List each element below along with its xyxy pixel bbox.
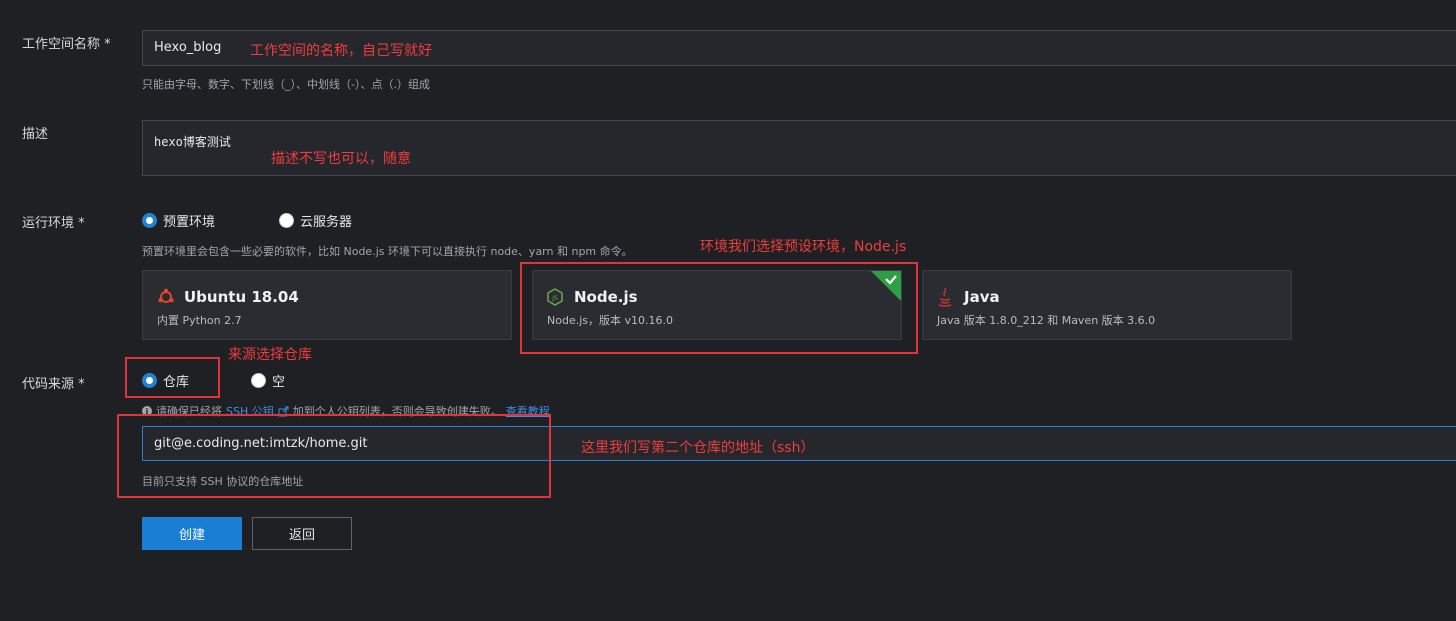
source-option-empty[interactable]: 空	[251, 371, 285, 390]
annotation-box-repo-url	[117, 414, 551, 498]
runtime-hint: 预置环境里会包含一些必要的软件，比如 Node.js 环境下可以直接执行 nod…	[142, 245, 633, 258]
runtime-card-ubuntu-desc: 内置 Python 2.7	[157, 314, 242, 327]
java-icon	[938, 287, 952, 307]
runtime-card-ubuntu-title: Ubuntu 18.04	[184, 288, 299, 306]
source-option-empty-label: 空	[272, 375, 286, 390]
runtime-option-preset-label: 预置环境	[163, 215, 216, 230]
description-label: 描述	[22, 127, 49, 142]
source-option-repo-label: 仓库	[163, 375, 190, 390]
ubuntu-icon	[158, 288, 174, 303]
runtime-option-preset[interactable]: 预置环境	[142, 211, 215, 230]
runtime-option-cloud-label: 云服务器	[300, 215, 353, 230]
runtime-card-java-desc: Java 版本 1.8.0_212 和 Maven 版本 3.6.0	[937, 314, 1156, 327]
runtime-annotation: 环境我们选择预设环境，Node.js	[700, 239, 907, 255]
description-annotation: 描述不写也可以，随意	[271, 151, 411, 167]
back-button[interactable]: 返回	[252, 517, 352, 550]
workspace-name-hint: 只能由字母、数字、下划线（_）、中划线（-）、点（.）组成	[142, 78, 430, 91]
radio-selected-icon	[142, 373, 157, 388]
runtime-card-java[interactable]: Java Java 版本 1.8.0_212 和 Maven 版本 3.6.0	[922, 270, 1292, 340]
description-value: hexo博客测试	[154, 135, 231, 149]
runtime-card-java-title: Java	[964, 288, 1000, 306]
annotation-box-nodejs	[520, 262, 918, 354]
runtime-option-cloud[interactable]: 云服务器	[279, 211, 352, 230]
workspace-annotation: 工作空间的名称，自己写就好	[250, 43, 432, 59]
radio-unselected-icon	[279, 213, 294, 228]
radio-unselected-icon	[251, 373, 266, 388]
radio-selected-icon	[142, 213, 157, 228]
workspace-name-label: 工作空间名称 *	[22, 37, 111, 52]
runtime-label: 运行环境 *	[22, 216, 85, 231]
runtime-card-ubuntu[interactable]: Ubuntu 18.04 内置 Python 2.7	[142, 270, 512, 340]
source-option-repo[interactable]: 仓库	[142, 371, 189, 390]
repo-annotation: 这里我们写第二个仓库的地址（ssh）	[581, 440, 815, 456]
workspace-name-value: Hexo_blog	[154, 40, 222, 55]
source-label: 代码来源 *	[22, 377, 85, 392]
source-annotation: 来源选择仓库	[228, 347, 312, 363]
create-button[interactable]: 创建	[142, 517, 242, 550]
